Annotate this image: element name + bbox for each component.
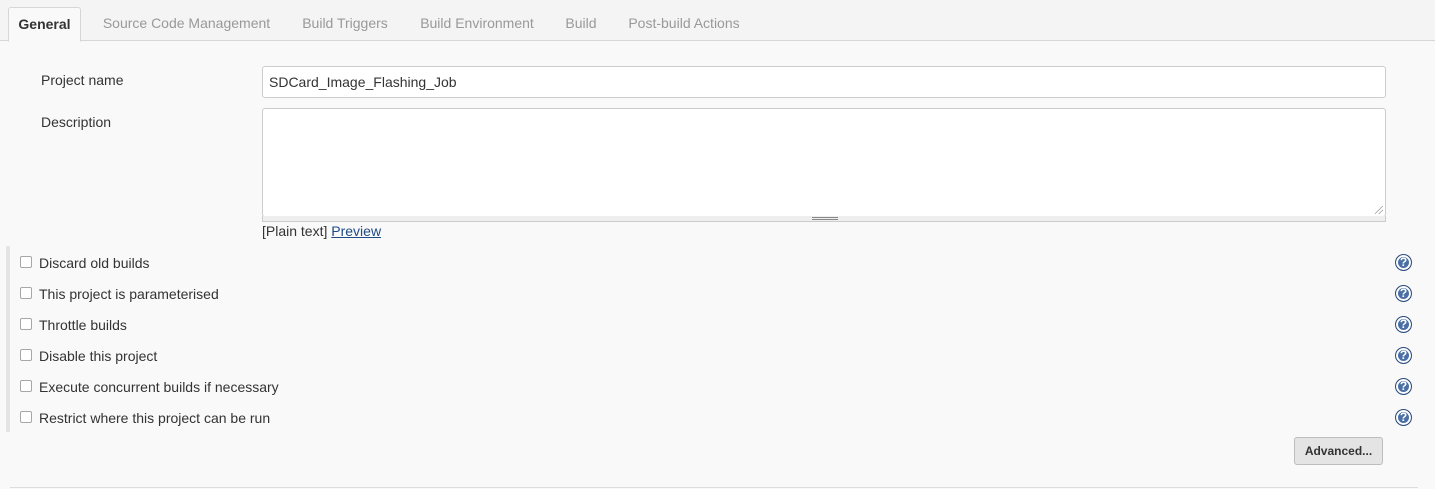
preview-link[interactable]: Preview <box>331 223 381 239</box>
config-tab-bar: General Source Code Management Build Tri… <box>0 0 1435 42</box>
tab-source-code-management[interactable]: Source Code Management <box>95 7 278 41</box>
help-icon[interactable]: ? <box>1395 285 1412 302</box>
option-label: Disable this project <box>39 348 158 364</box>
description-textarea[interactable] <box>262 108 1386 217</box>
option-label: Discard old builds <box>39 255 150 271</box>
project-name-input[interactable] <box>262 66 1386 98</box>
textarea-resize-bar[interactable] <box>262 216 1386 222</box>
option-restrict-where-run: Restrict where this project can be run ? <box>20 409 1415 429</box>
disable-project-checkbox[interactable] <box>20 349 32 361</box>
section-indent-bar <box>6 246 10 432</box>
plain-text-label: [Plain text] <box>262 223 328 239</box>
drag-handle-icon <box>812 217 838 220</box>
tab-general[interactable]: General <box>8 7 81 42</box>
discard-old-builds-checkbox[interactable] <box>20 256 32 268</box>
option-label: Execute concurrent builds if necessary <box>39 379 279 395</box>
help-icon[interactable]: ? <box>1395 378 1412 395</box>
option-parameterised: This project is parameterised ? <box>20 285 1415 305</box>
format-hint: [Plain text] Preview <box>262 223 381 239</box>
restrict-where-run-checkbox[interactable] <box>20 411 32 423</box>
help-icon[interactable]: ? <box>1395 254 1412 271</box>
tab-build-environment[interactable]: Build Environment <box>412 7 542 41</box>
project-name-label: Project name <box>41 72 124 88</box>
concurrent-builds-checkbox[interactable] <box>20 380 32 392</box>
option-label: Throttle builds <box>39 317 127 333</box>
help-icon[interactable]: ? <box>1395 409 1412 426</box>
help-icon[interactable]: ? <box>1395 316 1412 333</box>
tab-post-build-actions[interactable]: Post-build Actions <box>620 7 748 41</box>
option-concurrent-builds: Execute concurrent builds if necessary ? <box>20 378 1415 398</box>
option-label: Restrict where this project can be run <box>39 410 271 426</box>
option-disable-project: Disable this project ? <box>20 347 1415 367</box>
resize-grip-icon[interactable] <box>1375 206 1383 214</box>
throttle-builds-checkbox[interactable] <box>20 318 32 330</box>
parameterised-checkbox[interactable] <box>20 287 32 299</box>
section-divider <box>10 487 1418 488</box>
option-label: This project is parameterised <box>39 286 219 302</box>
option-discard-old-builds: Discard old builds ? <box>20 254 1415 274</box>
advanced-button[interactable]: Advanced... <box>1294 437 1383 465</box>
tab-build[interactable]: Build <box>558 7 604 41</box>
description-label: Description <box>41 114 112 130</box>
tab-build-triggers[interactable]: Build Triggers <box>295 7 395 41</box>
help-icon[interactable]: ? <box>1395 347 1412 364</box>
option-throttle-builds: Throttle builds ? <box>20 316 1415 336</box>
